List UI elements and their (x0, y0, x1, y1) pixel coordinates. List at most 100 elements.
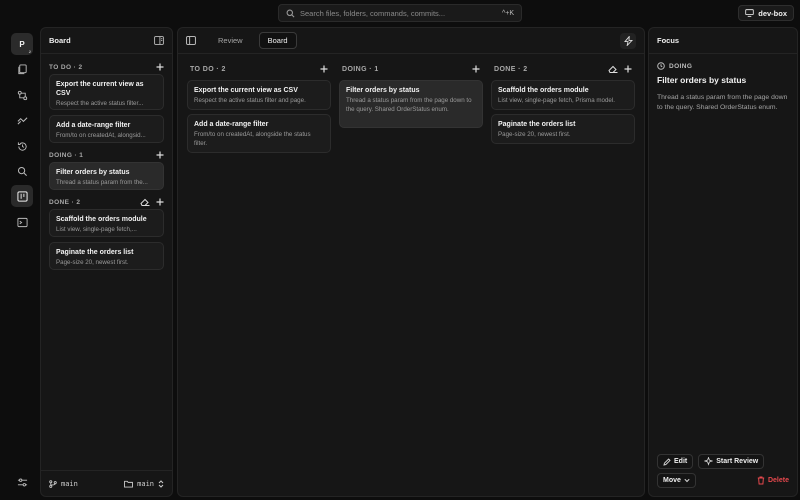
icon-rail: P 2 (0, 27, 40, 500)
sidebar-toggle-icon[interactable] (154, 36, 164, 45)
git-icon[interactable] (11, 84, 33, 106)
delete-button[interactable]: Delete (757, 476, 789, 485)
card-title: Export the current view as CSV (194, 87, 298, 94)
search-icon (286, 9, 295, 18)
card-title: Add a date-range filter (194, 121, 269, 128)
column-doing: DOING · 1 Filter orders by status Thread… (339, 62, 483, 157)
pencil-icon (663, 457, 671, 466)
card-desc: Respect the active status filter... (56, 100, 144, 107)
move-button[interactable]: Move (657, 473, 696, 488)
files-icon[interactable] (11, 58, 33, 80)
search-shortcut: ^+K (501, 9, 514, 17)
board-icon[interactable] (11, 185, 33, 207)
branch-icon (49, 479, 57, 488)
chevron-down-icon (684, 478, 690, 483)
add-icon[interactable] (156, 63, 164, 71)
card-title: Filter orders by status (346, 87, 420, 94)
column-todo: TO DO · 2 Export the current view as CSV… (187, 62, 331, 157)
section-label: DOING · 1 (49, 151, 84, 159)
column-label: DOING · 1 (342, 65, 379, 73)
history-icon[interactable] (11, 135, 33, 157)
trash-icon (757, 476, 765, 485)
add-icon[interactable] (156, 198, 164, 206)
focus-title: Focus (657, 36, 680, 45)
chevron-updown-icon (158, 479, 164, 488)
branch-selector[interactable]: main (49, 480, 78, 488)
status-badge: DOING (657, 62, 789, 70)
card-desc: From/to on createdAt, alongside the stat… (194, 131, 311, 147)
edit-button[interactable]: Edit (657, 454, 694, 469)
card-desc: Thread a status param from the page down… (346, 97, 472, 113)
add-icon[interactable] (156, 151, 164, 159)
sparkle-icon (704, 457, 714, 466)
clock-icon (657, 62, 665, 70)
search-icon[interactable] (11, 160, 33, 182)
column-label: DONE · 2 (494, 65, 528, 73)
card-desc: Respect the active status filter and pag… (194, 97, 306, 104)
folder-icon (124, 480, 134, 488)
panel-toggle-icon[interactable] (186, 36, 196, 45)
start-review-button[interactable]: Start Review (698, 454, 765, 469)
column-label: TO DO · 2 (190, 65, 226, 73)
avatar-badge: 2 (28, 49, 31, 54)
task-card[interactable]: Paginate the orders list Page-size 20, n… (49, 242, 164, 270)
command-search[interactable]: Search files, folders, commands, commits… (278, 4, 522, 22)
column-done: DONE · 2 Scaffold the orders module List… (491, 62, 635, 157)
task-card[interactable]: Paginate the orders list Page-size 20, n… (491, 114, 635, 144)
folder-selector[interactable]: main (124, 480, 164, 488)
section-label: TO DO · 2 (49, 63, 83, 71)
card-title: Filter orders by status (56, 169, 130, 176)
zap-icon[interactable] (620, 32, 636, 49)
section-doing: DOING · 1 (41, 148, 172, 162)
add-icon[interactable] (320, 65, 328, 73)
task-card[interactable]: Filter orders by status Thread a status … (339, 80, 483, 128)
task-card[interactable]: Filter orders by status Thread a status … (49, 162, 164, 190)
devbox-label: dev-box (758, 8, 787, 18)
section-label: DONE · 2 (49, 198, 81, 206)
add-icon[interactable] (472, 65, 480, 73)
devbox-button[interactable]: dev-box (738, 5, 794, 21)
card-title: Add a date-range filter (56, 122, 131, 129)
section-todo: TO DO · 2 (41, 60, 172, 74)
avatar[interactable]: P 2 (11, 33, 33, 55)
card-title: Scaffold the orders module (56, 216, 147, 223)
eraser-icon[interactable] (608, 65, 618, 73)
start-review-label: Start Review (716, 458, 759, 465)
task-description: Thread a status param from the page down… (657, 94, 788, 111)
edit-label: Edit (674, 458, 688, 465)
tab-review[interactable]: Review (210, 33, 251, 48)
terminal-icon[interactable] (11, 211, 33, 233)
card-desc: List view, single-page fetch, Prisma mod… (498, 97, 615, 104)
status-label: DOING (669, 62, 693, 70)
card-title: Export the current view as CSV (56, 81, 144, 97)
card-desc: From/to on createdAt, alongsid... (56, 132, 146, 139)
task-card[interactable]: Add a date-range filter From/to on creat… (49, 115, 164, 143)
delete-label: Delete (767, 477, 789, 484)
monitor-icon (745, 9, 755, 17)
main-board: Review Board TO DO · 2 Export the curren… (177, 27, 645, 497)
task-card[interactable]: Add a date-range filter From/to on creat… (187, 114, 331, 153)
sidebar-title: Board (49, 36, 71, 45)
branch-label: main (61, 479, 78, 488)
flow-icon[interactable] (11, 109, 33, 131)
task-card[interactable]: Scaffold the orders module List view, si… (491, 80, 635, 110)
card-title: Scaffold the orders module (498, 87, 589, 94)
card-desc: Thread a status param from the... (56, 179, 148, 186)
sliders-icon[interactable] (11, 471, 33, 493)
task-card[interactable]: Export the current view as CSV Respect t… (187, 80, 331, 110)
card-title: Paginate the orders list (498, 121, 576, 128)
add-icon[interactable] (624, 65, 632, 73)
move-label: Move (663, 477, 681, 484)
tab-board[interactable]: Board (258, 32, 297, 49)
folder-label: main (137, 479, 154, 488)
eraser-icon[interactable] (140, 198, 150, 206)
card-desc: Page-size 20, newest first. (56, 259, 129, 266)
card-desc: List view, single-page fetch,... (56, 226, 137, 233)
task-title: Filter orders by status (657, 75, 747, 85)
section-done: DONE · 2 (41, 195, 172, 209)
card-desc: Page-size 20, newest first. (498, 131, 571, 138)
card-title: Paginate the orders list (56, 249, 134, 256)
task-card[interactable]: Export the current view as CSV Respect t… (49, 74, 164, 110)
task-card[interactable]: Scaffold the orders module List view, si… (49, 209, 164, 237)
focus-panel: Focus DOING Filter orders by status Thre… (648, 27, 798, 497)
